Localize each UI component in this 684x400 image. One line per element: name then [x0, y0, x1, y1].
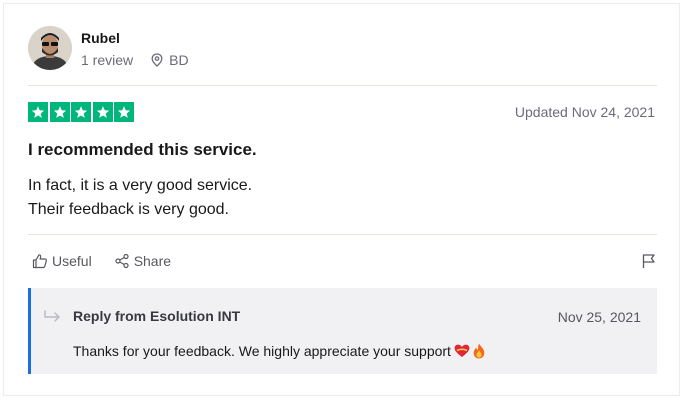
reviewer-meta: 1 review BD	[81, 52, 189, 68]
review-body: In fact, it is a very good service. Thei…	[28, 174, 252, 222]
reply-arrow-icon	[44, 310, 60, 322]
review-title: I recommended this service.	[28, 140, 257, 159]
star-rating	[28, 102, 136, 122]
divider	[28, 234, 657, 235]
review-count: 1 review	[81, 51, 134, 68]
useful-button[interactable]: Useful	[28, 251, 96, 271]
flag-icon	[642, 254, 655, 268]
reply-text: Thanks for your feedback. We highly appr…	[73, 343, 451, 359]
divider	[28, 85, 657, 86]
review-updated-date: Updated Nov 24, 2021	[514, 104, 655, 120]
reviewer-info: Rubel 1 review BD	[81, 29, 189, 68]
star-icon	[114, 102, 134, 122]
star-icon	[28, 102, 48, 122]
review-actions: Useful Share	[28, 251, 189, 271]
star-icon	[92, 102, 113, 122]
reviewer-name[interactable]: Rubel	[81, 29, 189, 47]
review-card: Rubel 1 review BD Updated Nov 24, 2021 I…	[3, 3, 680, 396]
thumbs-up-icon	[32, 254, 47, 269]
reply-from: Reply from Esolution INT	[73, 308, 241, 324]
share-label: Share	[133, 253, 172, 269]
reply-text-row: Thanks for your feedback. We highly appr…	[73, 343, 485, 359]
avatar[interactable]	[28, 26, 72, 70]
star-icon	[49, 102, 70, 122]
useful-label: Useful	[52, 253, 92, 269]
fire-emoji-icon	[473, 343, 485, 359]
reviewer-header: Rubel 1 review BD	[28, 24, 189, 72]
heart-emoji-icon	[454, 344, 470, 358]
review-body-line: In fact, it is a very good service.	[28, 177, 253, 194]
country-code: BD	[169, 51, 189, 68]
company-reply: Reply from Esolution INT Nov 25, 2021 Th…	[28, 288, 657, 374]
share-button[interactable]: Share	[110, 251, 175, 271]
review-body-line: Their feedback is very good.	[28, 201, 229, 218]
report-flag-button[interactable]	[641, 253, 657, 274]
reply-date: Nov 25, 2021	[557, 309, 641, 325]
reviewer-location: BD	[151, 51, 189, 68]
share-icon	[115, 253, 129, 269]
star-icon	[71, 102, 91, 122]
location-pin-icon	[151, 52, 163, 67]
